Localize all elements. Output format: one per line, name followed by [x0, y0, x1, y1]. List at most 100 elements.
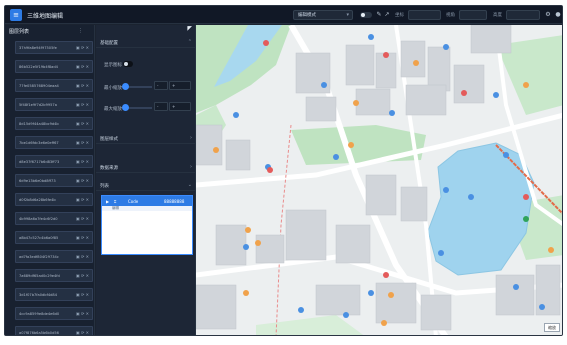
coord-input[interactable] — [408, 10, 441, 20]
min-zoom-input[interactable]: - — [154, 81, 168, 90]
list-item[interactable]: ad7fa3edf804f29734c ▣ ⟳ ✕ — [15, 250, 93, 263]
poi-marker[interactable] — [443, 44, 449, 50]
poi-marker[interactable] — [368, 290, 374, 296]
poi-marker[interactable] — [343, 312, 349, 318]
item-tools-icon[interactable]: ▣ ⟳ ✕ — [76, 178, 89, 183]
map-view[interactable]: 缩放 — [196, 25, 563, 336]
poi-marker[interactable] — [298, 307, 304, 313]
poi-marker[interactable] — [389, 110, 395, 116]
item-tools-icon[interactable]: ▣ ⟳ ✕ — [76, 197, 89, 202]
item-tools-icon[interactable]: ▣ ⟳ ✕ — [76, 311, 89, 316]
list-item[interactable]: a07f876b6a5b6b0d56 ▣ ⟳ ✕ — [15, 326, 93, 335]
toggle-switch[interactable] — [360, 12, 372, 18]
poi-marker[interactable] — [333, 154, 339, 160]
poi-marker[interactable] — [243, 290, 249, 296]
list-item[interactable]: 37h9fa8e94f97505fe ▣ ⟳ ✕ — [15, 41, 93, 54]
min-zoom-slider[interactable] — [122, 83, 152, 90]
slider-handle[interactable] — [122, 104, 129, 111]
poi-marker[interactable] — [523, 82, 529, 88]
view-input[interactable] — [459, 10, 487, 20]
list-item[interactable]: d8e37f6717b6d83ff73 ▣ ⟳ ✕ — [15, 155, 93, 168]
item-tools-icon[interactable]: ▣ ⟳ ✕ — [76, 102, 89, 107]
list-item[interactable]: 8d15d9f44a48bc9d4b ▣ ⟳ ✕ — [15, 117, 93, 130]
list-item[interactable]: 4cc9a8599e8de4e6d0 ▣ ⟳ ✕ — [15, 307, 93, 320]
poi-marker[interactable] — [493, 92, 499, 98]
more-icon[interactable]: ⋮ — [78, 28, 83, 34]
poi-marker[interactable] — [267, 167, 273, 173]
poi-marker[interactable] — [383, 272, 389, 278]
poi-marker[interactable] — [443, 187, 449, 193]
arrow-icon[interactable]: ↗ — [383, 10, 391, 20]
poi-marker[interactable] — [388, 292, 394, 298]
mode-dropdown[interactable]: 编辑模式 ▾ — [293, 10, 353, 20]
poi-marker[interactable] — [513, 284, 519, 290]
poi-marker[interactable] — [245, 227, 251, 233]
list-item[interactable]: 6d9e13b6e0bd8ff73 ▣ ⟳ ✕ — [15, 174, 93, 187]
item-tools-icon[interactable]: ▣ ⟳ ✕ — [76, 254, 89, 259]
zoom-control[interactable]: 缩放 — [544, 323, 560, 332]
poi-marker[interactable] — [348, 142, 354, 148]
poi-marker[interactable] — [255, 240, 261, 246]
item-tools-icon[interactable]: ▣ ⟳ ✕ — [76, 45, 89, 50]
slider-handle[interactable] — [122, 83, 129, 90]
poi-marker[interactable] — [353, 100, 359, 106]
section-basic[interactable]: 基础配置 ⌃ — [96, 37, 196, 48]
max-zoom-slider[interactable] — [122, 104, 152, 111]
poi-marker[interactable] — [213, 147, 219, 153]
poi-marker[interactable] — [263, 40, 269, 46]
poi-marker[interactable] — [461, 90, 467, 96]
pin-icon[interactable]: ◤ — [96, 25, 196, 33]
item-tools-icon[interactable]: ▣ ⟳ ✕ — [76, 330, 89, 335]
section-data[interactable]: 数据来源 › — [96, 162, 196, 173]
list-item[interactable]: 3d1f07b7fa0dbf4d84 ▣ ⟳ ✕ — [15, 288, 93, 301]
list-item[interactable]: 77fe0585768904eaa4 ▣ ⟳ ✕ — [15, 79, 93, 92]
poi-marker[interactable] — [438, 250, 444, 256]
poi-marker[interactable] — [381, 320, 387, 326]
section-style[interactable]: 图层样式 › — [96, 133, 196, 144]
edit-icon[interactable]: ✎ — [375, 10, 383, 20]
list-item[interactable]: 7be1d6fdc3e6e0eff67 ▣ ⟳ ✕ — [15, 136, 93, 149]
poi-marker[interactable] — [523, 216, 529, 222]
list-item[interactable]: a8b47c527c4b6a0f85 ▣ ⟳ ✕ — [15, 231, 93, 244]
poi-marker[interactable] — [503, 152, 509, 158]
app-logo-icon[interactable]: ≡ — [10, 9, 22, 21]
list-item[interactable]: 7a689df65ad0c29e4fd ▣ ⟳ ✕ — [15, 269, 93, 282]
list-item[interactable]: 5f48f1e9f7d2b9957a ▣ ⟳ ✕ — [15, 98, 93, 111]
item-tools-icon[interactable]: ▣ ⟳ ✕ — [76, 292, 89, 297]
max-zoom-input[interactable]: - — [154, 102, 168, 111]
list-item[interactable]: 4b998a6a7fe4c6f2d0 ▣ ⟳ ✕ — [15, 212, 93, 225]
item-tools-icon[interactable]: ▣ ⟳ ✕ — [76, 235, 89, 240]
poi-marker[interactable] — [383, 52, 389, 58]
settings-icon[interactable]: ⚙ — [544, 10, 552, 20]
show-icon-switch[interactable] — [123, 61, 133, 67]
max-zoom-value[interactable]: + — [169, 102, 191, 111]
code-icon[interactable]: ⌗ — [114, 199, 116, 204]
item-tools-icon[interactable]: ▣ ⟳ ✕ — [76, 273, 89, 278]
item-tools-icon[interactable]: ▣ ⟳ ✕ — [76, 121, 89, 126]
poi-marker[interactable] — [368, 34, 374, 40]
user-icon[interactable]: ● — [554, 10, 562, 20]
poi-marker[interactable] — [413, 60, 419, 66]
code-editor[interactable]: ▶ ⌗ Code 88888888 编辑 — [101, 195, 193, 255]
height-input[interactable] — [506, 10, 540, 20]
list-item[interactable]: 86b522e5f19b4f8ad4 ▣ ⟳ ✕ — [15, 60, 93, 73]
min-zoom-value[interactable]: + — [169, 81, 191, 90]
item-tools-icon[interactable]: ▣ ⟳ ✕ — [76, 140, 89, 145]
poi-marker[interactable] — [548, 247, 554, 253]
poi-marker[interactable] — [321, 82, 327, 88]
section-data-label: 数据来源 — [100, 166, 118, 171]
item-tools-icon[interactable]: ▣ ⟳ ✕ — [76, 64, 89, 69]
poi-marker[interactable] — [539, 304, 545, 310]
section-list[interactable]: 列表 ⌄ — [96, 180, 196, 191]
poi-marker[interactable] — [233, 112, 239, 118]
poi-marker[interactable] — [243, 244, 249, 250]
min-zoom-label: 最小缩放 — [104, 86, 122, 91]
poi-marker[interactable] — [468, 194, 474, 200]
poi-marker[interactable] — [523, 194, 529, 200]
run-icon[interactable]: ▶ — [106, 199, 109, 204]
item-tools-icon[interactable]: ▣ ⟳ ✕ — [76, 159, 89, 164]
map-canvas[interactable] — [196, 25, 563, 336]
item-tools-icon[interactable]: ▣ ⟳ ✕ — [76, 83, 89, 88]
item-tools-icon[interactable]: ▣ ⟳ ✕ — [76, 216, 89, 221]
list-item[interactable]: d0f2b8d6a28b6fe4b ▣ ⟳ ✕ — [15, 193, 93, 206]
